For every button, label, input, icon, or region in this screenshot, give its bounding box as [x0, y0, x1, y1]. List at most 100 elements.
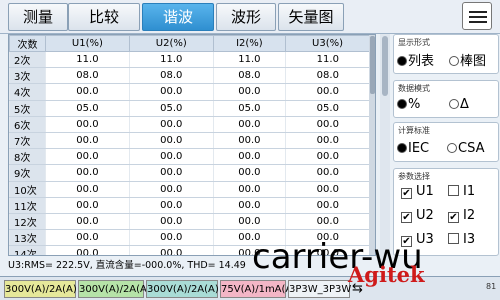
checkbox-label: U2 [416, 208, 434, 223]
table-row[interactable]: 6次 00.0 00.0 00.0 00.0 [9, 116, 370, 133]
brand-logo: Agitek [348, 262, 425, 287]
radio-label: CSA [458, 141, 485, 156]
harmonic-order-cell: 8次 [9, 148, 46, 166]
menu-button[interactable] [462, 2, 492, 30]
page-number: 81 [486, 282, 497, 291]
value-cell: 00.0 [212, 181, 286, 198]
display-mode-group: 显示形式 列表 棒图 [393, 34, 499, 74]
radio-list[interactable]: 列表 [397, 50, 434, 69]
checkbox-label: I2 [463, 208, 476, 223]
table-row[interactable]: 11次 00.0 00.0 00.0 00.0 [9, 197, 370, 214]
value-cell: 00.0 [45, 197, 130, 214]
calc-standard-group: 计算标准 IEC CSA [393, 122, 499, 162]
tab-vector[interactable]: 矢量图 [278, 3, 344, 31]
channel-3-range[interactable]: 300V(A)/2A(A) [146, 280, 219, 298]
harmonic-order-cell: 4次 [9, 83, 46, 101]
tab-waveform[interactable]: 波形 [216, 3, 276, 31]
value-cell: 00.0 [45, 132, 130, 150]
table-row[interactable]: 8次 00.0 00.0 00.0 00.0 [9, 148, 370, 166]
value-cell: 00.0 [285, 148, 370, 166]
value-cell: 00.0 [128, 181, 214, 198]
radio-selected-icon [397, 143, 407, 153]
group-title: 数据模式 [398, 84, 430, 93]
harmonic-table: 次数 U1(%) U2(%) I2(%) U3(%) 2次 11.0 11.0 11.… [8, 34, 376, 256]
radio-csa[interactable]: CSA [447, 141, 484, 156]
table-row[interactable]: 2次 11.0 11.0 11.0 11.0 [9, 51, 370, 69]
checkbox-checked-icon: ✔ [448, 212, 459, 223]
value-cell: 00.0 [45, 116, 130, 133]
column-header: 次数 [9, 35, 46, 52]
checkbox-i2[interactable]: ✔ I2 [448, 208, 475, 223]
value-cell: 00.0 [212, 197, 286, 214]
column-header: I2(%) [212, 35, 287, 52]
value-cell: 00.0 [128, 197, 214, 214]
value-cell: 11.0 [45, 51, 130, 69]
value-cell: 00.0 [128, 213, 214, 231]
checkbox-label: I1 [463, 184, 476, 199]
group-title: 显示形式 [398, 38, 430, 47]
channel-2-range[interactable]: 300V(A)/2A(A) [78, 280, 151, 298]
value-cell: 00.0 [45, 164, 130, 182]
value-cell: 00.0 [128, 83, 214, 101]
checkbox-i1[interactable]: I1 [448, 184, 475, 199]
value-cell: 11.0 [285, 51, 370, 69]
harmonic-order-cell: 6次 [9, 116, 46, 133]
tab-compare[interactable]: 比较 [68, 3, 140, 31]
value-cell: 00.0 [128, 132, 214, 150]
table-row[interactable]: 9次 00.0 00.0 00.0 00.0 [9, 164, 370, 182]
tab-measure[interactable]: 测量 [8, 3, 68, 31]
group-title: 参数选择 [398, 172, 430, 181]
value-cell: 00.0 [285, 213, 370, 231]
scroll-thumb[interactable] [382, 36, 388, 96]
channel-1-range[interactable]: 300V(A)/2A(A) [4, 280, 77, 298]
radio-bar[interactable]: 棒图 [449, 50, 486, 69]
value-cell: 00.0 [285, 132, 370, 150]
checkbox-u2[interactable]: ✔ U2 [401, 208, 434, 223]
value-cell: 00.0 [212, 132, 286, 150]
radio-label: 棒图 [460, 54, 487, 69]
radio-delta[interactable]: Δ [449, 97, 469, 112]
checkbox-unchecked-icon [448, 185, 459, 196]
tab-harmonic[interactable]: 谐波 [142, 3, 214, 31]
table-row[interactable]: 10次 00.0 00.0 00.0 00.0 [9, 181, 370, 198]
checkbox-u1[interactable]: ✔ U1 [401, 184, 434, 199]
radio-selected-icon [397, 56, 407, 66]
table-row[interactable]: 7次 00.0 00.0 00.0 00.0 [9, 132, 370, 150]
radio-unselected-icon [447, 143, 457, 153]
value-cell: 00.0 [128, 148, 214, 166]
value-cell: 00.0 [212, 83, 286, 101]
value-cell: 05.0 [128, 100, 214, 117]
value-cell: 08.0 [128, 67, 214, 85]
value-cell: 00.0 [45, 83, 130, 101]
harmonic-order-cell: 14次 [9, 245, 46, 255]
value-cell: 00.0 [285, 181, 370, 198]
value-cell: 05.0 [285, 100, 370, 117]
scroll-thumb[interactable] [370, 36, 375, 94]
table-row[interactable]: 5次 05.0 05.0 05.0 05.0 [9, 100, 370, 117]
harmonic-order-cell: 2次 [9, 51, 46, 69]
value-cell: 00.0 [212, 116, 286, 133]
value-cell: 00.0 [285, 116, 370, 133]
value-cell: 00.0 [128, 245, 214, 255]
value-cell: 05.0 [45, 100, 130, 117]
table-row[interactable]: 12次 00.0 00.0 00.0 00.0 [9, 213, 370, 231]
table-row[interactable]: 4次 00.0 00.0 00.0 00.0 [9, 83, 370, 101]
value-cell: 08.0 [212, 67, 286, 85]
harmonic-order-cell: 3次 [9, 67, 46, 85]
checkbox-checked-icon: ✔ [401, 188, 412, 199]
panel-scrollbar[interactable] [380, 34, 390, 260]
value-cell: 00.0 [212, 164, 286, 182]
radio-unselected-icon [449, 56, 459, 66]
value-cell: 00.0 [128, 229, 214, 247]
radio-unselected-icon [449, 99, 459, 109]
radio-percent[interactable]: % [397, 97, 420, 112]
value-cell: 08.0 [285, 67, 370, 85]
table-scrollbar[interactable] [369, 35, 375, 255]
value-cell: 00.0 [45, 229, 130, 247]
value-cell: 00.0 [128, 116, 214, 133]
settings-panel: 显示形式 列表 棒图 数据模式 % Δ 计算标准 IEC CSA 参数选择 ✔ U… [377, 34, 500, 260]
harmonic-order-cell: 11次 [9, 197, 46, 214]
table-row[interactable]: 3次 08.0 08.0 08.0 08.0 [9, 67, 370, 85]
value-cell: 00.0 [45, 148, 130, 166]
radio-iec[interactable]: IEC [397, 141, 429, 156]
